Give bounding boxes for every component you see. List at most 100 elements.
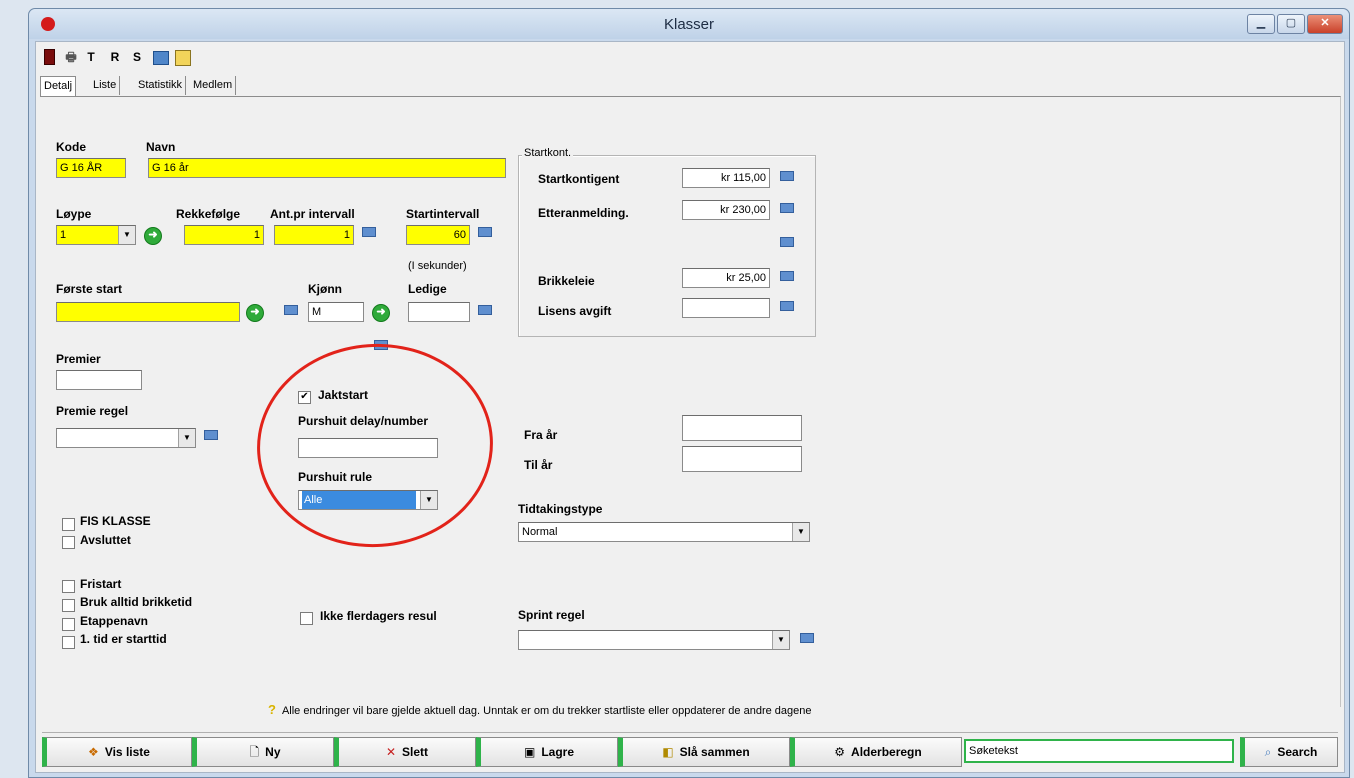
hint-text: Alle endringer vil bare gjelde aktuell d… (281, 705, 812, 717)
sprint-regel-select[interactable]: ▼ (518, 630, 790, 650)
brikkeleie-label: Brikkeleie (538, 274, 595, 288)
ikke-flerdagers-checkbox[interactable] (300, 612, 313, 625)
sla-sammen-button[interactable]: ◧ Slå sammen (618, 737, 790, 767)
navn-field[interactable]: G 16 år (148, 158, 506, 178)
avsluttet-label: Avsluttet (80, 533, 131, 547)
calendar-icon[interactable] (778, 236, 796, 252)
kode-field[interactable]: G 16 ÅR (56, 158, 126, 178)
search-icon: ⌕ (1264, 745, 1272, 759)
etappenavn-checkbox[interactable] (62, 618, 75, 631)
toolbar-t-button[interactable]: T (82, 48, 100, 66)
etteranmelding-field[interactable]: kr 230,00 (682, 200, 770, 220)
calendar-icon[interactable] (778, 270, 796, 286)
toolbar-r-button[interactable]: R (106, 48, 124, 66)
alderberegn-button[interactable]: ⚙ Alderberegn (790, 737, 962, 767)
fis-klasse-checkbox[interactable] (62, 518, 75, 531)
chevron-down-icon[interactable]: ▼ (792, 523, 809, 541)
forste-start-field[interactable] (56, 302, 240, 322)
list-icon: ❖ (88, 745, 99, 759)
chevron-down-icon[interactable]: ▼ (178, 429, 195, 447)
printer-icon[interactable]: 🖶 (62, 48, 80, 66)
lisens-avgift-field[interactable] (682, 298, 770, 318)
question-icon: ? (268, 702, 276, 717)
gear-icon: ⚙ (834, 745, 846, 759)
chevron-down-icon[interactable]: ▼ (118, 226, 135, 244)
ny-label: Ny (265, 745, 281, 759)
go-arrow-icon[interactable]: ➜ (246, 304, 264, 322)
startkontigent-field[interactable]: kr 115,00 (682, 168, 770, 188)
tidtakingstype-value: Normal (522, 526, 558, 538)
minimize-button[interactable]: ▁ (1247, 14, 1275, 34)
kjonn-label: Kjønn (308, 282, 342, 296)
go-arrow-icon[interactable]: ➜ (372, 304, 390, 322)
calendar-icon[interactable] (778, 202, 796, 218)
slett-label: Slett (402, 745, 429, 759)
forste-tid-starttid-label: 1. tid er starttid (80, 632, 167, 646)
title-bar[interactable]: Klasser ▁ ▢ ✕ (29, 9, 1349, 39)
etteranmelding-label: Etteranmelding. (538, 206, 629, 220)
search-button[interactable]: ⌕ Search (1240, 737, 1338, 767)
lagre-button[interactable]: ▣ Lagre (476, 737, 618, 767)
toolbar-s-button[interactable]: S (128, 48, 146, 66)
tab-detalj[interactable]: Detalj (40, 76, 77, 97)
startintervall-label: Startintervall (406, 207, 480, 221)
tab-statistikk[interactable]: Statistikk (135, 76, 187, 95)
exit-icon[interactable] (40, 48, 58, 66)
merge-icon[interactable] (174, 48, 192, 66)
search-label: Search (1277, 745, 1318, 759)
ant-pr-intervall-field[interactable]: 1 (274, 225, 354, 245)
avsluttet-checkbox[interactable] (62, 536, 75, 549)
fis-klasse-label: FIS KLASSE (80, 514, 151, 528)
save-icon: ▣ (523, 745, 536, 759)
alderberegn-label: Alderberegn (851, 745, 922, 759)
calendar-icon[interactable] (476, 304, 494, 320)
kjonn-field[interactable]: M (308, 302, 364, 322)
startintervall-field[interactable]: 60 (406, 225, 470, 245)
table-icon[interactable] (152, 48, 170, 66)
tab-liste[interactable]: Liste (90, 76, 121, 95)
vis-liste-button[interactable]: ❖ Vis liste (42, 737, 192, 767)
forste-tid-starttid-checkbox[interactable] (62, 636, 75, 649)
lagre-label: Lagre (541, 745, 575, 759)
til-ar-field[interactable] (682, 446, 802, 472)
fra-ar-field[interactable] (682, 415, 802, 441)
etappenavn-label: Etappenavn (80, 614, 149, 628)
klasser-window: Klasser ▁ ▢ ✕ 🖶 T R S Detalj Liste Stati… (28, 8, 1350, 778)
calendar-icon[interactable] (778, 300, 796, 316)
delete-icon: ✕ (385, 745, 397, 759)
premie-regel-select[interactable]: ▼ (56, 428, 196, 448)
premie-regel-label: Premie regel (56, 404, 129, 418)
bottom-toolbar: ❖ Vis liste 🗋 Ny ✕ Slett ▣ Lagre ◧ Slå sammen… (42, 732, 1338, 767)
ledige-field[interactable] (408, 302, 470, 322)
rekkefolge-label: Rekkefølge (176, 207, 241, 221)
maximize-button[interactable]: ▢ (1277, 14, 1305, 34)
fristart-checkbox[interactable] (62, 580, 75, 593)
chevron-down-icon[interactable]: ▼ (772, 631, 789, 649)
slett-button[interactable]: ✕ Slett (334, 737, 476, 767)
client-area: 🖶 T R S Detalj Liste Statistikk Medlem K… (35, 41, 1345, 773)
close-button[interactable]: ✕ (1307, 14, 1343, 34)
calendar-icon[interactable] (202, 429, 220, 445)
loype-label: Løype (56, 207, 92, 221)
rekkefolge-field[interactable]: 1 (184, 225, 264, 245)
premier-field[interactable] (56, 370, 142, 390)
calendar-icon[interactable] (476, 226, 494, 242)
calendar-icon[interactable] (778, 170, 796, 186)
search-input[interactable]: Søketekst (964, 739, 1234, 763)
calendar-icon[interactable] (282, 304, 300, 320)
tidtakingstype-select[interactable]: Normal ▼ (518, 522, 810, 542)
calendar-icon[interactable] (360, 226, 378, 242)
merge-icon: ◧ (662, 745, 674, 759)
til-ar-label: Til år (524, 458, 553, 472)
brikkeleie-field[interactable]: kr 25,00 (682, 268, 770, 288)
ny-button[interactable]: 🗋 Ny (192, 737, 334, 767)
bruk-alltid-brikketid-label: Bruk alltid brikketid (80, 595, 193, 609)
window-title: Klasser (663, 16, 715, 33)
go-arrow-icon[interactable]: ➜ (144, 227, 162, 245)
loype-select[interactable]: 1 ▼ (56, 225, 136, 245)
calendar-icon[interactable] (798, 632, 816, 648)
navn-label: Navn (146, 140, 176, 154)
bruk-alltid-brikketid-checkbox[interactable] (62, 599, 75, 612)
tab-medlem[interactable]: Medlem (190, 76, 237, 95)
info-hint: ? Alle endringer vil bare gjelde aktuell … (268, 702, 811, 717)
